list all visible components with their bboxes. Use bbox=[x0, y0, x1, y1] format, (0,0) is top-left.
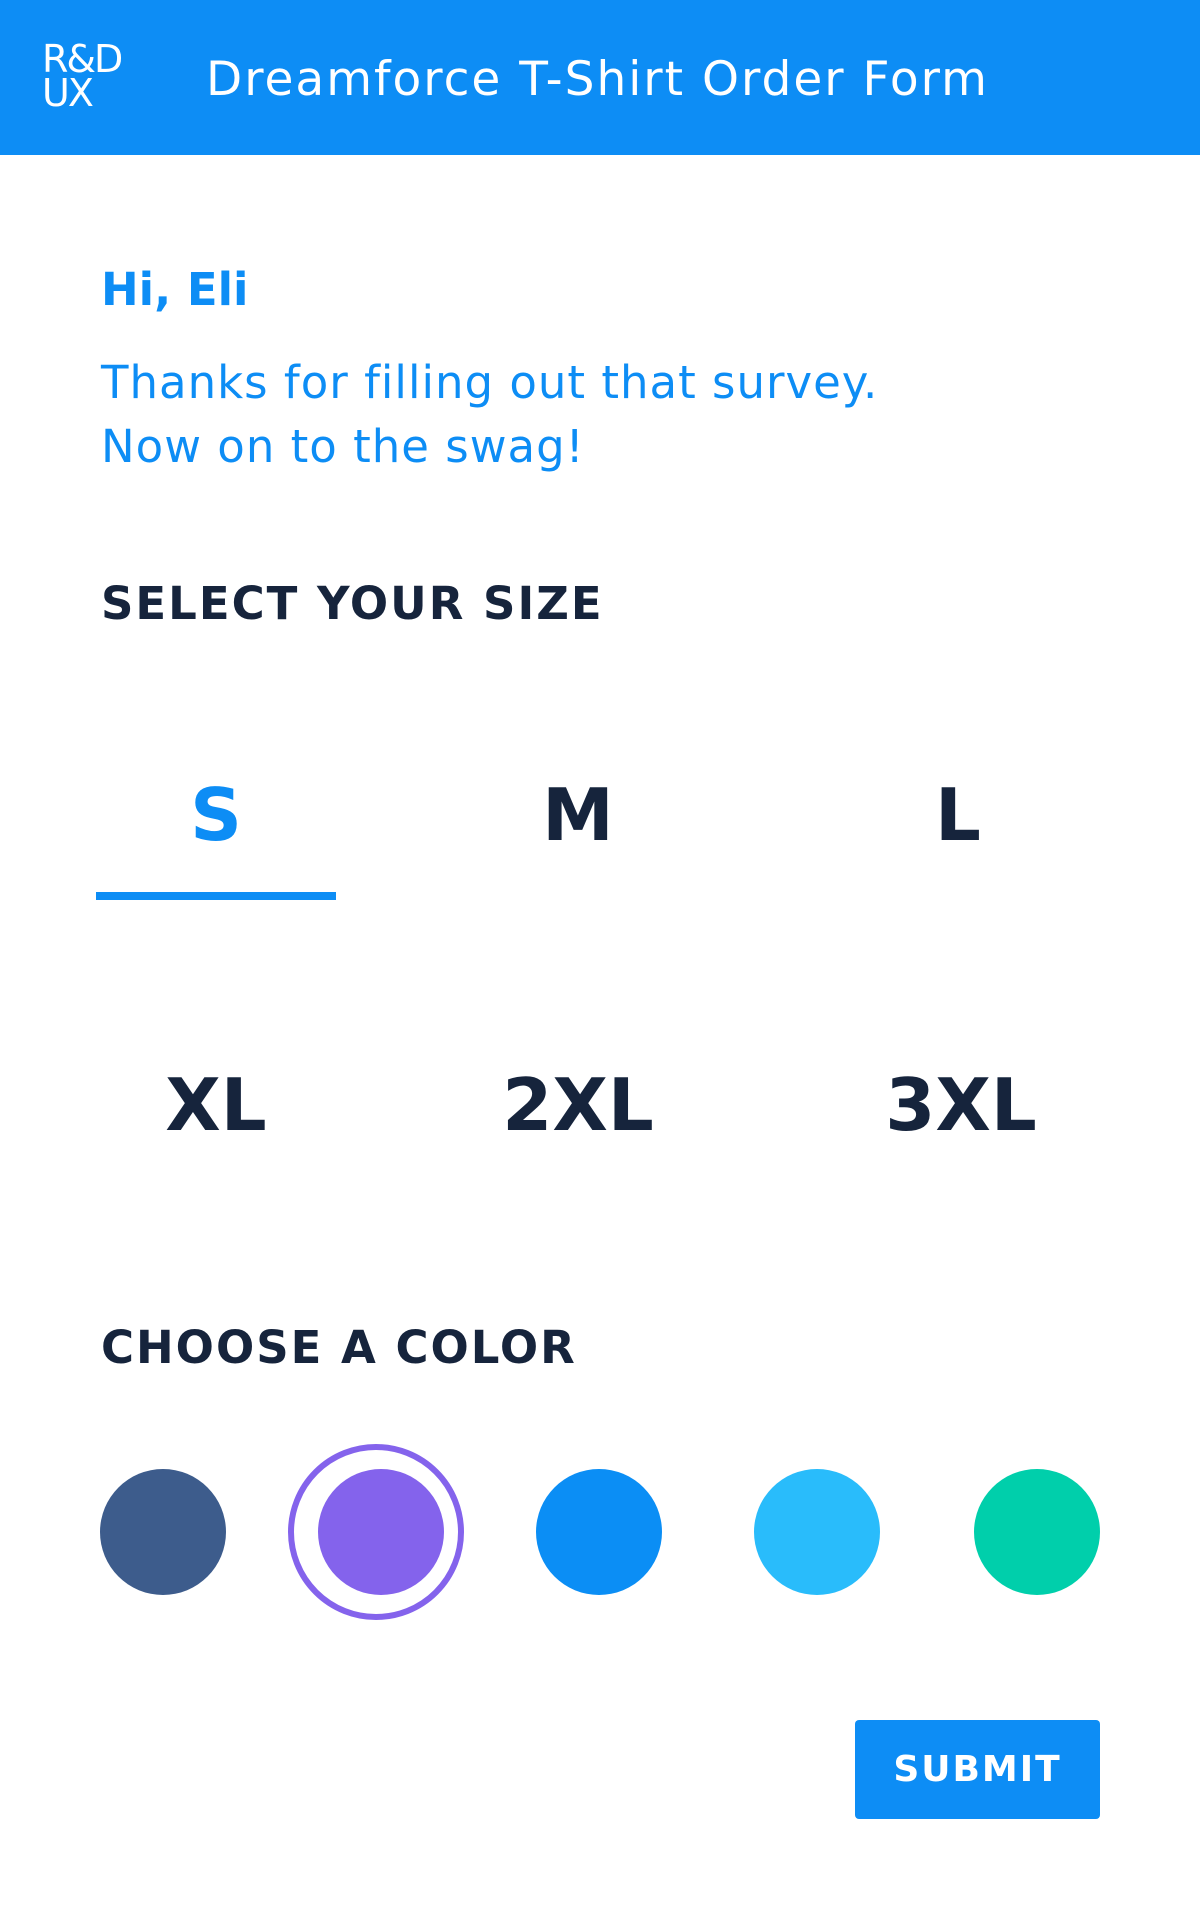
page-title: Dreamforce T-Shirt Order Form bbox=[206, 52, 989, 107]
color-swatch-sky-blue[interactable] bbox=[754, 1469, 880, 1595]
color-swatch-purple[interactable] bbox=[318, 1469, 444, 1595]
submit-button[interactable]: SUBMIT bbox=[855, 1720, 1100, 1819]
color-swatch-blue[interactable] bbox=[536, 1469, 662, 1595]
header-bar: R&D UX Dreamforce T-Shirt Order Form bbox=[0, 0, 1200, 155]
color-swatch-teal[interactable] bbox=[974, 1469, 1100, 1595]
logo-line-2: UX bbox=[42, 71, 94, 115]
size-option-2xl[interactable]: 2XL bbox=[458, 1055, 698, 1155]
intro-text: Thanks for filling out that survey. Now … bbox=[101, 351, 878, 479]
size-option-3xl[interactable]: 3XL bbox=[841, 1055, 1081, 1155]
size-section-heading: SELECT YOUR SIZE bbox=[101, 577, 604, 630]
size-option-m[interactable]: M bbox=[458, 765, 698, 865]
color-swatch-slate-blue[interactable] bbox=[100, 1469, 226, 1595]
greeting-text: Hi, Eli bbox=[101, 263, 249, 316]
selected-size-underline bbox=[96, 892, 336, 900]
rd-ux-logo: R&D UX bbox=[42, 40, 123, 115]
intro-line-1: Thanks for filling out that survey. bbox=[101, 356, 879, 409]
size-option-xl[interactable]: XL bbox=[96, 1055, 336, 1155]
size-option-s[interactable]: S bbox=[96, 765, 336, 865]
intro-line-2: Now on to the swag! bbox=[101, 420, 585, 473]
color-section-heading: CHOOSE A COLOR bbox=[101, 1321, 577, 1374]
size-option-l[interactable]: L bbox=[838, 765, 1078, 865]
